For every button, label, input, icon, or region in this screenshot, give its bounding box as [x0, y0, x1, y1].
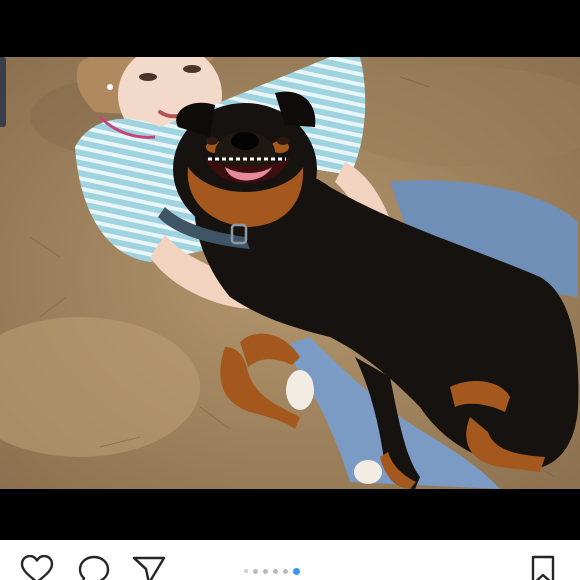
share-button[interactable]: [131, 555, 167, 580]
carousel-dot: [283, 568, 288, 574]
edge-handle: [0, 57, 6, 127]
carousel-dot: [253, 568, 258, 574]
comment-icon: [78, 555, 110, 580]
post-viewer: [0, 0, 580, 580]
post-photo[interactable]: [0, 57, 580, 489]
paper-plane-icon: [132, 556, 166, 580]
carousel-dot: [263, 568, 268, 574]
letterbox-bottom: [0, 489, 580, 540]
save-button[interactable]: [525, 555, 561, 580]
carousel-dot: [273, 568, 278, 574]
carousel-dot-active: [293, 567, 300, 575]
like-button[interactable]: [19, 555, 55, 580]
letterbox-top: [0, 0, 580, 57]
carousel-dot: [244, 569, 248, 573]
comment-button[interactable]: [76, 555, 112, 580]
photo-illustration: [0, 57, 580, 489]
carousel-indicator: [244, 566, 300, 576]
heart-icon: [20, 555, 54, 580]
bookmark-icon: [531, 555, 555, 580]
